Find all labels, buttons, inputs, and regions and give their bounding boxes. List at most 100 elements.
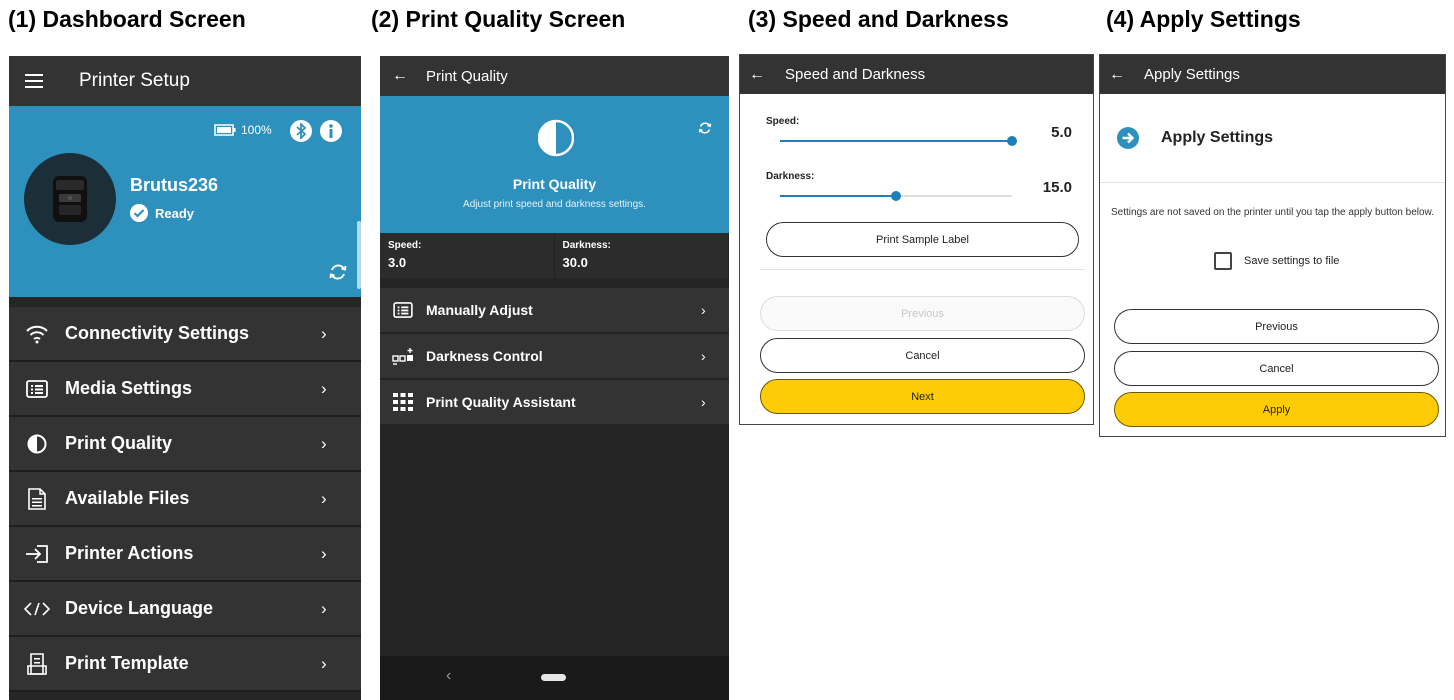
back-arrow-icon[interactable]: ← [380, 67, 420, 85]
apply-button[interactable]: Apply [1114, 392, 1439, 427]
app-bar: ← Apply Settings [1100, 55, 1445, 94]
nav-home-pill[interactable] [541, 674, 566, 681]
settings-menu: Connectivity Settings › Media Settings ›… [9, 307, 361, 692]
refresh-icon[interactable] [697, 120, 713, 136]
caption-dashboard: (1) Dashboard Screen [8, 6, 246, 32]
menu-item-print-quality[interactable]: Print Quality › [9, 417, 361, 472]
speed-slider[interactable] [780, 136, 1017, 146]
media-list-icon [9, 379, 65, 398]
print-sample-label-button[interactable]: Print Sample Label [766, 222, 1079, 257]
menu-item-label: Print Template [65, 653, 189, 673]
menu-item-darkness-control[interactable]: Darkness Control › [380, 334, 729, 380]
template-icon [9, 652, 65, 675]
menu-item-manually-adjust[interactable]: Manually Adjust › [380, 288, 729, 334]
chevron-right-icon: › [321, 433, 327, 453]
info-icon[interactable] [320, 120, 342, 142]
menu-item-label: Printer Actions [65, 543, 194, 563]
cancel-button[interactable]: Cancel [1114, 351, 1439, 386]
wifi-icon [9, 324, 65, 344]
printer-avatar [24, 153, 116, 245]
battery-indicator: 100% [214, 123, 272, 137]
menu-item-label: Darkness Control [426, 348, 543, 364]
app-bar: ← Speed and Darkness [740, 55, 1093, 94]
nav-back-icon[interactable]: ‹ [446, 667, 451, 685]
speed-label: Speed: [766, 116, 800, 127]
darkness-stat: Darkness: 30.0 [555, 233, 729, 278]
back-arrow-icon[interactable]: ← [740, 66, 774, 84]
menu-item-connectivity[interactable]: Connectivity Settings › [9, 307, 361, 362]
print-quality-menu: Manually Adjust › Darkness Control › Pri… [380, 288, 729, 426]
menu-item-print-quality-assistant[interactable]: Print Quality Assistant › [380, 380, 729, 426]
menu-item-device-language[interactable]: Device Language › [9, 582, 361, 637]
speed-stat: Speed: 3.0 [380, 233, 555, 278]
chevron-right-icon: › [321, 378, 327, 398]
current-settings: Speed: 3.0 Darkness: 30.0 [380, 233, 729, 278]
bluetooth-icon[interactable] [290, 120, 312, 142]
menu-item-available-files[interactable]: Available Files › [9, 472, 361, 527]
caption-print-quality: (2) Print Quality Screen [371, 6, 626, 32]
menu-icon[interactable] [9, 56, 59, 106]
darkness-label: Darkness: [562, 240, 611, 251]
printer-status-card: 100% Brutus236 Ready [9, 106, 361, 297]
device-name: Brutus236 [130, 175, 219, 195]
checkbox-label: Save settings to file [1244, 255, 1340, 267]
print-quality-header: Print Quality Adjust print speed and dar… [380, 96, 729, 233]
darkness-control-icon [380, 347, 426, 365]
menu-item-label: Print Quality [65, 433, 173, 453]
cancel-button[interactable]: Cancel [760, 338, 1085, 373]
speed-value: 3.0 [388, 255, 407, 270]
darkness-value: 15.0 [1042, 179, 1072, 196]
dashboard-screen: Printer Setup 100% Brutus236 Ready Conne… [9, 56, 361, 700]
menu-item-media[interactable]: Media Settings › [9, 362, 361, 417]
previous-button[interactable]: Previous [760, 296, 1085, 331]
darkness-slider-fill [780, 195, 896, 197]
apply-settings-screen: ← Apply Settings Apply Settings Settings… [1099, 54, 1446, 437]
menu-item-label: Media Settings [65, 378, 193, 398]
chevron-right-icon: › [321, 543, 327, 563]
apply-settings-heading: Apply Settings [1117, 127, 1273, 149]
chevron-right-icon: › [321, 598, 327, 618]
speed-label: Speed: [388, 240, 422, 251]
chevron-right-icon: › [321, 323, 327, 343]
apply-note: Settings are not saved on the printer un… [1111, 207, 1434, 218]
menu-item-label: Available Files [65, 488, 190, 508]
divider [760, 269, 1085, 270]
print-quality-screen: ← Print Quality Print Quality Adjust pri… [380, 56, 729, 700]
scrollbar[interactable] [357, 221, 361, 289]
refresh-icon[interactable] [327, 261, 349, 283]
app-title: Apply Settings [1144, 66, 1240, 83]
contrast-icon [538, 119, 574, 157]
printer-image-icon [53, 176, 87, 222]
battery-percent: 100% [241, 123, 272, 137]
caption-speed-darkness: (3) Speed and Darkness [748, 6, 1009, 32]
darkness-slider[interactable] [780, 191, 1012, 201]
divider [1100, 182, 1445, 183]
system-nav-bar: ‹ [380, 656, 729, 700]
list-icon [380, 302, 426, 318]
hero-subtitle: Adjust print speed and darkness settings… [463, 199, 646, 210]
chevron-right-icon: › [321, 488, 327, 508]
login-arrow-icon [9, 544, 65, 564]
next-button[interactable]: Next [760, 379, 1085, 414]
menu-item-label: Connectivity Settings [65, 323, 250, 343]
speed-darkness-screen: ← Speed and Darkness Speed: 5.0 Darkness… [739, 54, 1094, 425]
menu-item-printer-actions[interactable]: Printer Actions › [9, 527, 361, 582]
menu-item-label: Device Language [65, 598, 214, 618]
save-to-file-checkbox[interactable]: Save settings to file [1214, 252, 1339, 270]
speed-slider-thumb[interactable] [1007, 136, 1017, 146]
back-arrow-icon[interactable]: ← [1100, 66, 1134, 84]
app-title: Print Quality [426, 67, 508, 85]
speed-value: 5.0 [1051, 124, 1072, 141]
battery-icon [214, 124, 236, 136]
status-label: Ready [155, 205, 195, 221]
chevron-right-icon: › [701, 348, 706, 364]
checkbox-box[interactable] [1214, 252, 1232, 270]
check-circle-icon [130, 204, 148, 222]
code-icon [9, 601, 65, 617]
previous-button[interactable]: Previous [1114, 309, 1439, 344]
darkness-slider-thumb[interactable] [891, 191, 901, 201]
file-icon [9, 487, 65, 510]
hero-title: Print Quality [512, 176, 597, 192]
menu-item-print-template[interactable]: Print Template › [9, 637, 361, 692]
app-title: Speed and Darkness [785, 66, 926, 83]
